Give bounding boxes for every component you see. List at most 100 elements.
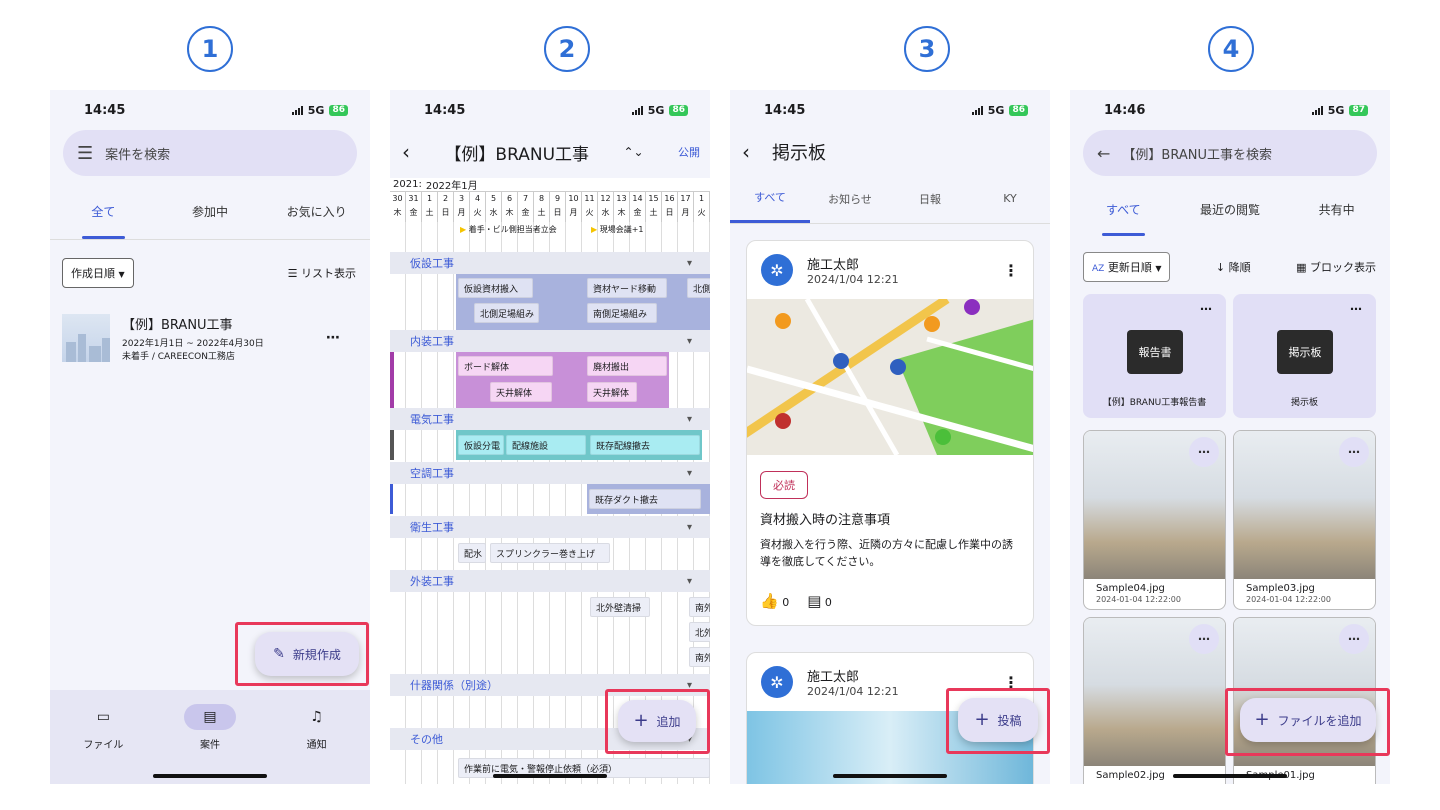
- view-label: ブロック表示: [1309, 261, 1376, 274]
- view-toggle[interactable]: ☰ リスト表示: [288, 265, 356, 281]
- order-toggle[interactable]: ↓ 降順: [1216, 259, 1251, 275]
- file-card[interactable]: ⋯ Sample02.jpg: [1083, 617, 1226, 784]
- menu-icon[interactable]: ☰: [77, 143, 93, 164]
- task-bar[interactable]: 既存ダクト撤去: [589, 489, 701, 509]
- publish-link[interactable]: 公開: [678, 144, 700, 160]
- date-cell: 13 木: [614, 192, 630, 222]
- comment-button[interactable]: ▤ 0: [807, 592, 832, 610]
- task-bar[interactable]: 配線施設: [506, 435, 586, 455]
- tab-all[interactable]: 全て: [50, 184, 157, 239]
- post-date: 2024/1/04 12:21: [807, 273, 899, 286]
- search-placeholder: 【例】BRANU工事を検索: [1122, 147, 1272, 163]
- tab-ky[interactable]: KY: [970, 174, 1050, 223]
- task-bar[interactable]: 南側足場組み: [587, 303, 657, 323]
- task-bar[interactable]: 南外: [689, 597, 710, 617]
- task-bar[interactable]: 配水: [458, 543, 486, 563]
- tab-notices[interactable]: お知らせ: [810, 174, 890, 223]
- task-bar[interactable]: 天井解体: [587, 382, 637, 402]
- section-sanitary[interactable]: 衛生工事: [390, 516, 710, 538]
- task-bar[interactable]: 南外: [689, 647, 710, 667]
- network-label: 5G: [307, 103, 325, 117]
- task-bar[interactable]: 北側: [687, 278, 710, 298]
- map-graphic: [747, 299, 1033, 455]
- date-number: 1: [698, 194, 705, 203]
- more-icon[interactable]: ⋯: [1350, 302, 1362, 316]
- back-icon[interactable]: ‹: [402, 140, 410, 164]
- date-number: 5: [490, 194, 497, 203]
- comment-icon: ▤: [807, 592, 822, 610]
- task-bar[interactable]: ボード解体: [458, 356, 553, 376]
- tab-favorites[interactable]: お気に入り: [263, 184, 370, 239]
- view-toggle[interactable]: ▦ ブロック表示: [1296, 259, 1376, 275]
- more-icon[interactable]: ⋯: [1339, 437, 1369, 467]
- project-item[interactable]: 【例】BRANU工事 2022年1月1日 ~ 2022年4月30日 未着手 / …: [50, 314, 370, 362]
- weekday: 木: [393, 208, 402, 217]
- date-cell: 30 木: [390, 192, 406, 222]
- search-bar[interactable]: ☰ 案件を検索: [63, 130, 357, 176]
- more-icon[interactable]: ⋮: [1003, 261, 1019, 280]
- date-cell: 7金: [518, 192, 534, 222]
- sort-dropdown[interactable]: 作成日順 ▼: [62, 258, 134, 288]
- nav-projects[interactable]: ▤ 案件: [157, 704, 264, 784]
- like-button[interactable]: 👍 0: [760, 592, 789, 610]
- task-bar[interactable]: 北側足場組み: [474, 303, 539, 323]
- task-bar[interactable]: 天井解体: [490, 382, 552, 402]
- more-icon[interactable]: ⋯: [1200, 302, 1212, 316]
- task-bar[interactable]: 仮設資材搬入: [458, 278, 533, 298]
- more-icon[interactable]: ⋯: [326, 330, 340, 346]
- section-interior[interactable]: 内装工事: [390, 330, 710, 352]
- section-marker: [390, 352, 394, 408]
- search-placeholder: 案件を検索: [105, 147, 171, 163]
- section-exterior[interactable]: 外装工事: [390, 570, 710, 592]
- chevron-down-icon: ▼: [118, 270, 125, 279]
- collapse-icon[interactable]: ⌃⌄: [623, 145, 643, 159]
- date-number: 15: [648, 194, 659, 203]
- task-bar[interactable]: 資材ヤード移動: [587, 278, 667, 298]
- tab-daily-report[interactable]: 日報: [890, 174, 970, 223]
- back-arrow-icon[interactable]: ←: [1097, 144, 1110, 163]
- task-bar[interactable]: 廃材搬出: [587, 356, 667, 376]
- nav-projects-label: 案件: [200, 740, 220, 751]
- file-card[interactable]: ⋯ Sample03.jpg 2024-01-04 12:22:00: [1233, 430, 1376, 610]
- nav-notifications[interactable]: ♫ 通知: [263, 704, 370, 784]
- weekday: 月: [681, 208, 690, 217]
- section-hvac[interactable]: 空調工事: [390, 462, 710, 484]
- more-icon[interactable]: ⋯: [1189, 437, 1219, 467]
- date-number: 3: [458, 194, 465, 203]
- tab-recent[interactable]: 最近の閲覧: [1177, 182, 1284, 236]
- battery-icon: 86: [329, 104, 348, 116]
- nav-files-label: ファイル: [83, 740, 124, 751]
- folder-name: 掲示板: [1290, 398, 1318, 408]
- task-bar[interactable]: 北外壁清掃: [590, 597, 650, 617]
- section-temporary[interactable]: 仮設工事: [390, 252, 710, 274]
- tab-joined[interactable]: 参加中: [157, 184, 264, 239]
- tab-all[interactable]: すべて: [730, 174, 810, 223]
- file-search-bar[interactable]: ← 【例】BRANU工事を検索: [1083, 130, 1377, 176]
- clipboard-icon: ▤: [184, 704, 236, 730]
- task-bar[interactable]: 既存配線撤去: [590, 435, 700, 455]
- sort-dropdown[interactable]: AZ 更新日順 ▼: [1083, 252, 1171, 282]
- status-time: 14:45: [84, 102, 126, 118]
- date-cell: 11 火: [582, 192, 598, 222]
- back-icon[interactable]: ‹: [742, 140, 750, 164]
- task-bar[interactable]: スプリンクラー巻き上げ: [490, 543, 610, 563]
- tab-all[interactable]: すべて: [1070, 182, 1177, 236]
- more-icon[interactable]: ⋯: [1339, 624, 1369, 654]
- milestone-1: ▶ 着手・ビル側担当者立会: [460, 225, 557, 234]
- date-cell: 4火: [470, 192, 486, 222]
- task-bar[interactable]: 北外: [689, 622, 710, 642]
- section-marker: [390, 484, 393, 514]
- page-title: 【例】BRANU工事: [444, 144, 590, 165]
- more-icon[interactable]: ⋯: [1189, 624, 1219, 654]
- folder-card[interactable]: ⋯ 報告書 【例】BRANU工事報告書: [1083, 294, 1226, 418]
- tab-shared[interactable]: 共有中: [1283, 182, 1390, 236]
- battery-icon: 87: [1349, 104, 1368, 116]
- task-bar[interactable]: 仮設分電: [458, 435, 504, 455]
- section-electrical[interactable]: 電気工事: [390, 408, 710, 430]
- nav-files[interactable]: ▭ ファイル: [50, 704, 157, 784]
- date-number: 7: [522, 194, 529, 203]
- file-card[interactable]: ⋯ Sample04.jpg 2024-01-04 12:22:00: [1083, 430, 1226, 610]
- folder-card[interactable]: ⋯ 掲示板 掲示板: [1233, 294, 1376, 418]
- grid-column: [422, 222, 438, 784]
- post-card[interactable]: ✲ 施工太郎 2024/1/04 12:21 ⋮ 必読 資材搬入時の注意事項 資材…: [746, 240, 1034, 626]
